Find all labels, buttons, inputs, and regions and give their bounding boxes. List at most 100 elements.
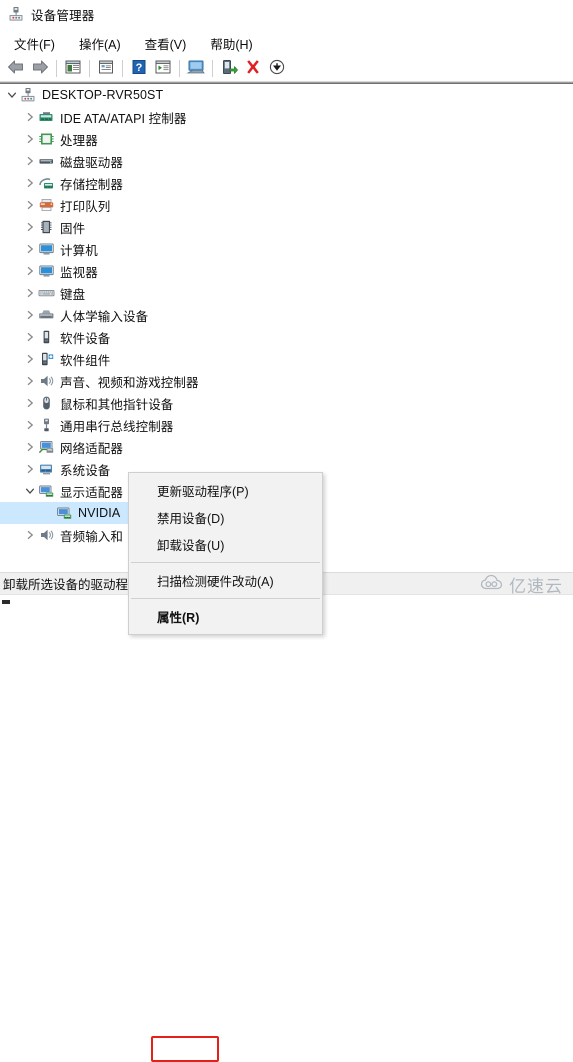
tree-node-storage-controller[interactable]: 存储控制器 bbox=[0, 172, 573, 194]
tree-node-ide-controller[interactable]: IDE ATA/ATAPI 控制器 bbox=[0, 106, 573, 128]
tree-node-processor[interactable]: 处理器 bbox=[0, 128, 573, 150]
chevron-right-icon[interactable] bbox=[22, 414, 38, 436]
toolbar-device-list[interactable] bbox=[151, 58, 175, 80]
display-adapter-icon bbox=[38, 483, 55, 499]
menu-view[interactable]: 查看(V) bbox=[138, 33, 194, 55]
toolbar-back[interactable] bbox=[4, 58, 28, 80]
tree-node-hid[interactable]: 人体学输入设备 bbox=[0, 304, 573, 326]
usb-controller-icon bbox=[38, 417, 55, 433]
tree-node-software-component[interactable]: 软件组件 bbox=[0, 348, 573, 370]
chevron-right-icon[interactable] bbox=[22, 194, 38, 216]
computer-root-icon bbox=[20, 87, 37, 103]
menu-bar: 文件(F) 操作(A) 查看(V) 帮助(H) bbox=[0, 33, 573, 55]
tree-node-usb-controller[interactable]: 通用串行总线控制器 bbox=[0, 414, 573, 436]
toolbar-separator-3 bbox=[122, 60, 123, 77]
display-adapter-child-icon bbox=[56, 505, 73, 521]
chevron-right-icon[interactable] bbox=[22, 150, 38, 172]
toolbar-scan-hardware[interactable] bbox=[184, 58, 208, 80]
toolbar-console-tree[interactable] bbox=[61, 58, 85, 80]
scan-hardware-icon bbox=[186, 59, 206, 78]
tree-node-label: 处理器 bbox=[60, 133, 98, 148]
tree-node-monitor[interactable]: 监视器 bbox=[0, 260, 573, 282]
disk-drive-icon bbox=[38, 153, 55, 169]
toolbar-forward[interactable] bbox=[28, 58, 52, 80]
tree-node-label: 系统设备 bbox=[60, 463, 111, 478]
chevron-down-icon[interactable] bbox=[4, 84, 20, 106]
software-component-icon bbox=[38, 351, 55, 367]
chevron-right-icon[interactable] bbox=[22, 304, 38, 326]
tree-node-mouse[interactable]: 鼠标和其他指针设备 bbox=[0, 392, 573, 414]
cloud-icon bbox=[480, 574, 506, 595]
device-manager-icon bbox=[8, 6, 24, 22]
chevron-right-icon[interactable] bbox=[22, 436, 38, 458]
tree-node-label: 固件 bbox=[60, 221, 86, 236]
tree-node-firmware[interactable]: 固件 bbox=[0, 216, 573, 238]
storage-controller-icon bbox=[38, 175, 55, 191]
toolbar-help[interactable]: ? bbox=[127, 58, 151, 80]
toolbar-separator-4 bbox=[179, 60, 180, 77]
chevron-right-icon[interactable] bbox=[22, 524, 38, 546]
tree-node-software-device[interactable]: 软件设备 bbox=[0, 326, 573, 348]
chevron-right-icon[interactable] bbox=[22, 106, 38, 128]
toolbar-separator-1 bbox=[56, 60, 57, 77]
tree-node-label: 存储控制器 bbox=[60, 177, 124, 192]
chevron-right-icon[interactable] bbox=[22, 458, 38, 480]
device-list-icon bbox=[154, 59, 172, 78]
ctx-scan-hardware[interactable]: 扫描检测硬件改动(A) bbox=[129, 567, 322, 594]
toolbar-separator-5 bbox=[212, 60, 213, 77]
uninstall-device-icon bbox=[244, 59, 262, 78]
tree-root-label: DESKTOP-RVR50ST bbox=[42, 88, 164, 102]
menu-action[interactable]: 操作(A) bbox=[72, 33, 128, 55]
ctx-item-label: 属性(R) bbox=[157, 611, 200, 625]
tree-root-node[interactable]: DESKTOP-RVR50ST bbox=[0, 84, 573, 106]
ctx-item-label: 扫描检测硬件改动(A) bbox=[157, 575, 274, 589]
window-title: 设备管理器 bbox=[31, 8, 95, 23]
ctx-uninstall-device[interactable]: 卸载设备(U) bbox=[129, 531, 322, 558]
chevron-right-icon[interactable] bbox=[22, 326, 38, 348]
audio-input-output-icon bbox=[38, 527, 55, 543]
ctx-update-driver[interactable]: 更新驱动程序(P) bbox=[129, 477, 322, 504]
tree-node-keyboard[interactable]: 键盘 bbox=[0, 282, 573, 304]
tree-node-computer[interactable]: 计算机 bbox=[0, 238, 573, 260]
tree-node-label: 音频输入和 bbox=[60, 529, 124, 544]
chevron-right-icon[interactable] bbox=[22, 392, 38, 414]
keyboard-icon bbox=[38, 285, 55, 301]
chevron-right-icon[interactable] bbox=[22, 128, 38, 150]
tree-node-label: 监视器 bbox=[60, 265, 98, 280]
tree-node-print-queue[interactable]: 打印队列 bbox=[0, 194, 573, 216]
menu-help[interactable]: 帮助(H) bbox=[203, 33, 259, 55]
system-device-icon bbox=[38, 461, 55, 477]
device-context-menu[interactable]: 更新驱动程序(P) 禁用设备(D) 卸载设备(U) 扫描检测硬件改动(A) 属性… bbox=[128, 472, 323, 1062]
chevron-right-icon[interactable] bbox=[22, 172, 38, 194]
tree-node-disk-drive[interactable]: 磁盘驱动器 bbox=[0, 150, 573, 172]
resize-grip[interactable] bbox=[2, 600, 10, 604]
chevron-right-icon[interactable] bbox=[22, 260, 38, 282]
toolbar-uninstall-device[interactable] bbox=[241, 58, 265, 80]
monitor-icon bbox=[38, 263, 55, 279]
chevron-down-icon[interactable] bbox=[22, 480, 38, 502]
hid-icon bbox=[38, 307, 55, 323]
watermark: 亿速云 bbox=[480, 572, 563, 597]
chevron-right-icon[interactable] bbox=[22, 370, 38, 392]
tree-node-sound-video-game[interactable]: 声音、视频和游戏控制器 bbox=[0, 370, 573, 392]
tree-node-network-adapter[interactable]: 网络适配器 bbox=[0, 436, 573, 458]
chevron-right-icon[interactable] bbox=[22, 282, 38, 304]
chevron-right-icon[interactable] bbox=[22, 238, 38, 260]
back-arrow-icon bbox=[7, 59, 25, 78]
ctx-properties[interactable]: 属性(R) bbox=[129, 603, 322, 630]
chevron-right-icon[interactable] bbox=[22, 216, 38, 238]
toolbar-disable-device[interactable] bbox=[265, 58, 289, 80]
ctx-item-label: 更新驱动程序(P) bbox=[157, 485, 249, 499]
ctx-item-label: 禁用设备(D) bbox=[157, 512, 225, 526]
mouse-icon bbox=[38, 395, 55, 411]
device-manager-window: 设备管理器 文件(F) 操作(A) 查看(V) 帮助(H) ? DESKTOP-… bbox=[0, 0, 573, 1062]
menu-file[interactable]: 文件(F) bbox=[7, 33, 62, 55]
print-queue-icon bbox=[38, 197, 55, 213]
chevron-right-icon[interactable] bbox=[22, 348, 38, 370]
forward-arrow-icon bbox=[31, 59, 49, 78]
toolbar-properties[interactable] bbox=[94, 58, 118, 80]
ctx-disable-device[interactable]: 禁用设备(D) bbox=[129, 504, 322, 531]
title-bar: 设备管理器 bbox=[0, 0, 573, 28]
toolbar-update-driver[interactable] bbox=[217, 58, 241, 80]
svg-text:?: ? bbox=[136, 62, 143, 74]
